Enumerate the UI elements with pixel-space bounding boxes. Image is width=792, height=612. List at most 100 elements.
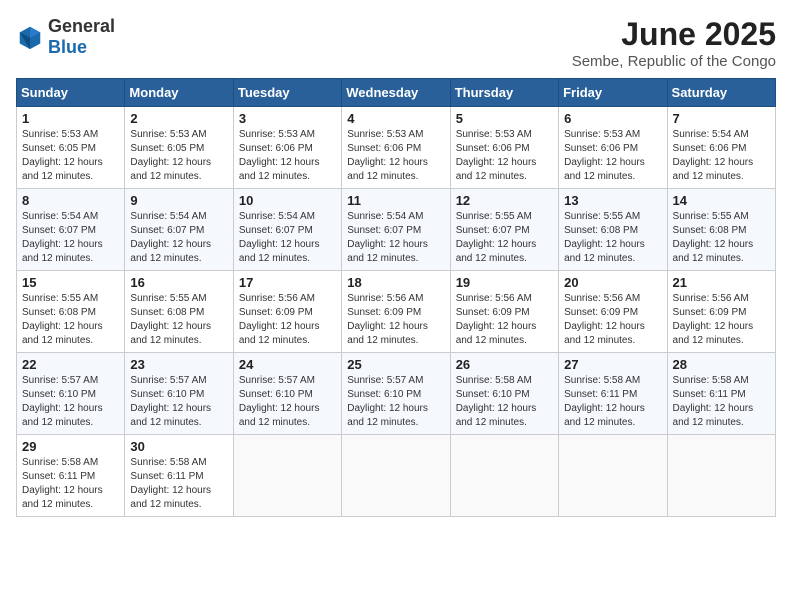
day-info: Sunrise: 5:56 AM Sunset: 6:09 PM Dayligh… [239, 292, 336, 348]
calendar-row: 22 Sunrise: 5:57 AM Sunset: 6:10 PM Dayl… [17, 353, 776, 435]
day-number: 5 [456, 111, 553, 126]
day-cell-24: 24 Sunrise: 5:57 AM Sunset: 6:10 PM Dayl… [233, 353, 341, 435]
day-number: 29 [22, 439, 119, 454]
day-number: 11 [347, 193, 444, 208]
day-info: Sunrise: 5:56 AM Sunset: 6:09 PM Dayligh… [456, 292, 553, 348]
day-info: Sunrise: 5:58 AM Sunset: 6:11 PM Dayligh… [564, 374, 661, 430]
logo-icon [16, 23, 44, 51]
empty-cell [559, 435, 667, 517]
col-wednesday: Wednesday [342, 79, 450, 107]
day-info: Sunrise: 5:54 AM Sunset: 6:07 PM Dayligh… [22, 210, 119, 266]
day-number: 30 [130, 439, 227, 454]
day-number: 19 [456, 275, 553, 290]
day-number: 3 [239, 111, 336, 126]
day-number: 27 [564, 357, 661, 372]
day-cell-6: 6 Sunrise: 5:53 AM Sunset: 6:06 PM Dayli… [559, 107, 667, 189]
location-subtitle: Sembe, Republic of the Congo [572, 53, 776, 70]
col-thursday: Thursday [450, 79, 558, 107]
logo-text: General [48, 16, 115, 36]
day-number: 6 [564, 111, 661, 126]
day-cell-22: 22 Sunrise: 5:57 AM Sunset: 6:10 PM Dayl… [17, 353, 125, 435]
day-info: Sunrise: 5:58 AM Sunset: 6:11 PM Dayligh… [130, 456, 227, 512]
day-info: Sunrise: 5:54 AM Sunset: 6:07 PM Dayligh… [130, 210, 227, 266]
day-info: Sunrise: 5:58 AM Sunset: 6:11 PM Dayligh… [673, 374, 770, 430]
day-cell-16: 16 Sunrise: 5:55 AM Sunset: 6:08 PM Dayl… [125, 271, 233, 353]
day-info: Sunrise: 5:53 AM Sunset: 6:06 PM Dayligh… [564, 128, 661, 184]
col-saturday: Saturday [667, 79, 775, 107]
day-info: Sunrise: 5:57 AM Sunset: 6:10 PM Dayligh… [22, 374, 119, 430]
day-info: Sunrise: 5:55 AM Sunset: 6:08 PM Dayligh… [564, 210, 661, 266]
day-number: 15 [22, 275, 119, 290]
day-cell-27: 27 Sunrise: 5:58 AM Sunset: 6:11 PM Dayl… [559, 353, 667, 435]
day-cell-13: 13 Sunrise: 5:55 AM Sunset: 6:08 PM Dayl… [559, 189, 667, 271]
day-info: Sunrise: 5:54 AM Sunset: 6:07 PM Dayligh… [239, 210, 336, 266]
day-cell-15: 15 Sunrise: 5:55 AM Sunset: 6:08 PM Dayl… [17, 271, 125, 353]
day-cell-30: 30 Sunrise: 5:58 AM Sunset: 6:11 PM Dayl… [125, 435, 233, 517]
day-cell-5: 5 Sunrise: 5:53 AM Sunset: 6:06 PM Dayli… [450, 107, 558, 189]
day-cell-25: 25 Sunrise: 5:57 AM Sunset: 6:10 PM Dayl… [342, 353, 450, 435]
day-info: Sunrise: 5:55 AM Sunset: 6:08 PM Dayligh… [22, 292, 119, 348]
day-cell-12: 12 Sunrise: 5:55 AM Sunset: 6:07 PM Dayl… [450, 189, 558, 271]
day-cell-10: 10 Sunrise: 5:54 AM Sunset: 6:07 PM Dayl… [233, 189, 341, 271]
empty-cell [667, 435, 775, 517]
day-info: Sunrise: 5:53 AM Sunset: 6:05 PM Dayligh… [22, 128, 119, 184]
day-number: 12 [456, 193, 553, 208]
calendar-row: 8 Sunrise: 5:54 AM Sunset: 6:07 PM Dayli… [17, 189, 776, 271]
month-title: June 2025 [572, 16, 776, 53]
title-block: June 2025 Sembe, Republic of the Congo [572, 16, 776, 70]
day-cell-28: 28 Sunrise: 5:58 AM Sunset: 6:11 PM Dayl… [667, 353, 775, 435]
day-cell-3: 3 Sunrise: 5:53 AM Sunset: 6:06 PM Dayli… [233, 107, 341, 189]
day-number: 22 [22, 357, 119, 372]
day-cell-14: 14 Sunrise: 5:55 AM Sunset: 6:08 PM Dayl… [667, 189, 775, 271]
day-info: Sunrise: 5:55 AM Sunset: 6:07 PM Dayligh… [456, 210, 553, 266]
day-number: 4 [347, 111, 444, 126]
day-cell-7: 7 Sunrise: 5:54 AM Sunset: 6:06 PM Dayli… [667, 107, 775, 189]
day-cell-19: 19 Sunrise: 5:56 AM Sunset: 6:09 PM Dayl… [450, 271, 558, 353]
day-cell-23: 23 Sunrise: 5:57 AM Sunset: 6:10 PM Dayl… [125, 353, 233, 435]
day-number: 23 [130, 357, 227, 372]
calendar-header-row: Sunday Monday Tuesday Wednesday Thursday… [17, 79, 776, 107]
empty-cell [342, 435, 450, 517]
day-info: Sunrise: 5:56 AM Sunset: 6:09 PM Dayligh… [564, 292, 661, 348]
day-cell-4: 4 Sunrise: 5:53 AM Sunset: 6:06 PM Dayli… [342, 107, 450, 189]
day-info: Sunrise: 5:55 AM Sunset: 6:08 PM Dayligh… [673, 210, 770, 266]
day-info: Sunrise: 5:54 AM Sunset: 6:07 PM Dayligh… [347, 210, 444, 266]
day-info: Sunrise: 5:54 AM Sunset: 6:06 PM Dayligh… [673, 128, 770, 184]
page-header: General Blue June 2025 Sembe, Republic o… [16, 16, 776, 70]
day-cell-18: 18 Sunrise: 5:56 AM Sunset: 6:09 PM Dayl… [342, 271, 450, 353]
calendar-row: 1 Sunrise: 5:53 AM Sunset: 6:05 PM Dayli… [17, 107, 776, 189]
day-info: Sunrise: 5:53 AM Sunset: 6:06 PM Dayligh… [239, 128, 336, 184]
day-number: 28 [673, 357, 770, 372]
day-cell-20: 20 Sunrise: 5:56 AM Sunset: 6:09 PM Dayl… [559, 271, 667, 353]
empty-cell [233, 435, 341, 517]
day-number: 1 [22, 111, 119, 126]
day-number: 20 [564, 275, 661, 290]
day-info: Sunrise: 5:56 AM Sunset: 6:09 PM Dayligh… [347, 292, 444, 348]
day-info: Sunrise: 5:58 AM Sunset: 6:11 PM Dayligh… [22, 456, 119, 512]
day-number: 8 [22, 193, 119, 208]
day-number: 26 [456, 357, 553, 372]
day-info: Sunrise: 5:57 AM Sunset: 6:10 PM Dayligh… [239, 374, 336, 430]
day-info: Sunrise: 5:53 AM Sunset: 6:06 PM Dayligh… [456, 128, 553, 184]
day-cell-21: 21 Sunrise: 5:56 AM Sunset: 6:09 PM Dayl… [667, 271, 775, 353]
day-cell-17: 17 Sunrise: 5:56 AM Sunset: 6:09 PM Dayl… [233, 271, 341, 353]
day-cell-8: 8 Sunrise: 5:54 AM Sunset: 6:07 PM Dayli… [17, 189, 125, 271]
day-info: Sunrise: 5:58 AM Sunset: 6:10 PM Dayligh… [456, 374, 553, 430]
logo: General Blue [16, 16, 115, 58]
day-number: 17 [239, 275, 336, 290]
day-cell-11: 11 Sunrise: 5:54 AM Sunset: 6:07 PM Dayl… [342, 189, 450, 271]
day-number: 7 [673, 111, 770, 126]
day-info: Sunrise: 5:57 AM Sunset: 6:10 PM Dayligh… [347, 374, 444, 430]
day-number: 25 [347, 357, 444, 372]
day-number: 24 [239, 357, 336, 372]
logo-blue-text: Blue [48, 37, 87, 57]
calendar-row: 29 Sunrise: 5:58 AM Sunset: 6:11 PM Dayl… [17, 435, 776, 517]
day-number: 9 [130, 193, 227, 208]
day-info: Sunrise: 5:53 AM Sunset: 6:05 PM Dayligh… [130, 128, 227, 184]
day-number: 21 [673, 275, 770, 290]
col-monday: Monday [125, 79, 233, 107]
day-number: 13 [564, 193, 661, 208]
day-info: Sunrise: 5:53 AM Sunset: 6:06 PM Dayligh… [347, 128, 444, 184]
day-cell-9: 9 Sunrise: 5:54 AM Sunset: 6:07 PM Dayli… [125, 189, 233, 271]
day-info: Sunrise: 5:55 AM Sunset: 6:08 PM Dayligh… [130, 292, 227, 348]
